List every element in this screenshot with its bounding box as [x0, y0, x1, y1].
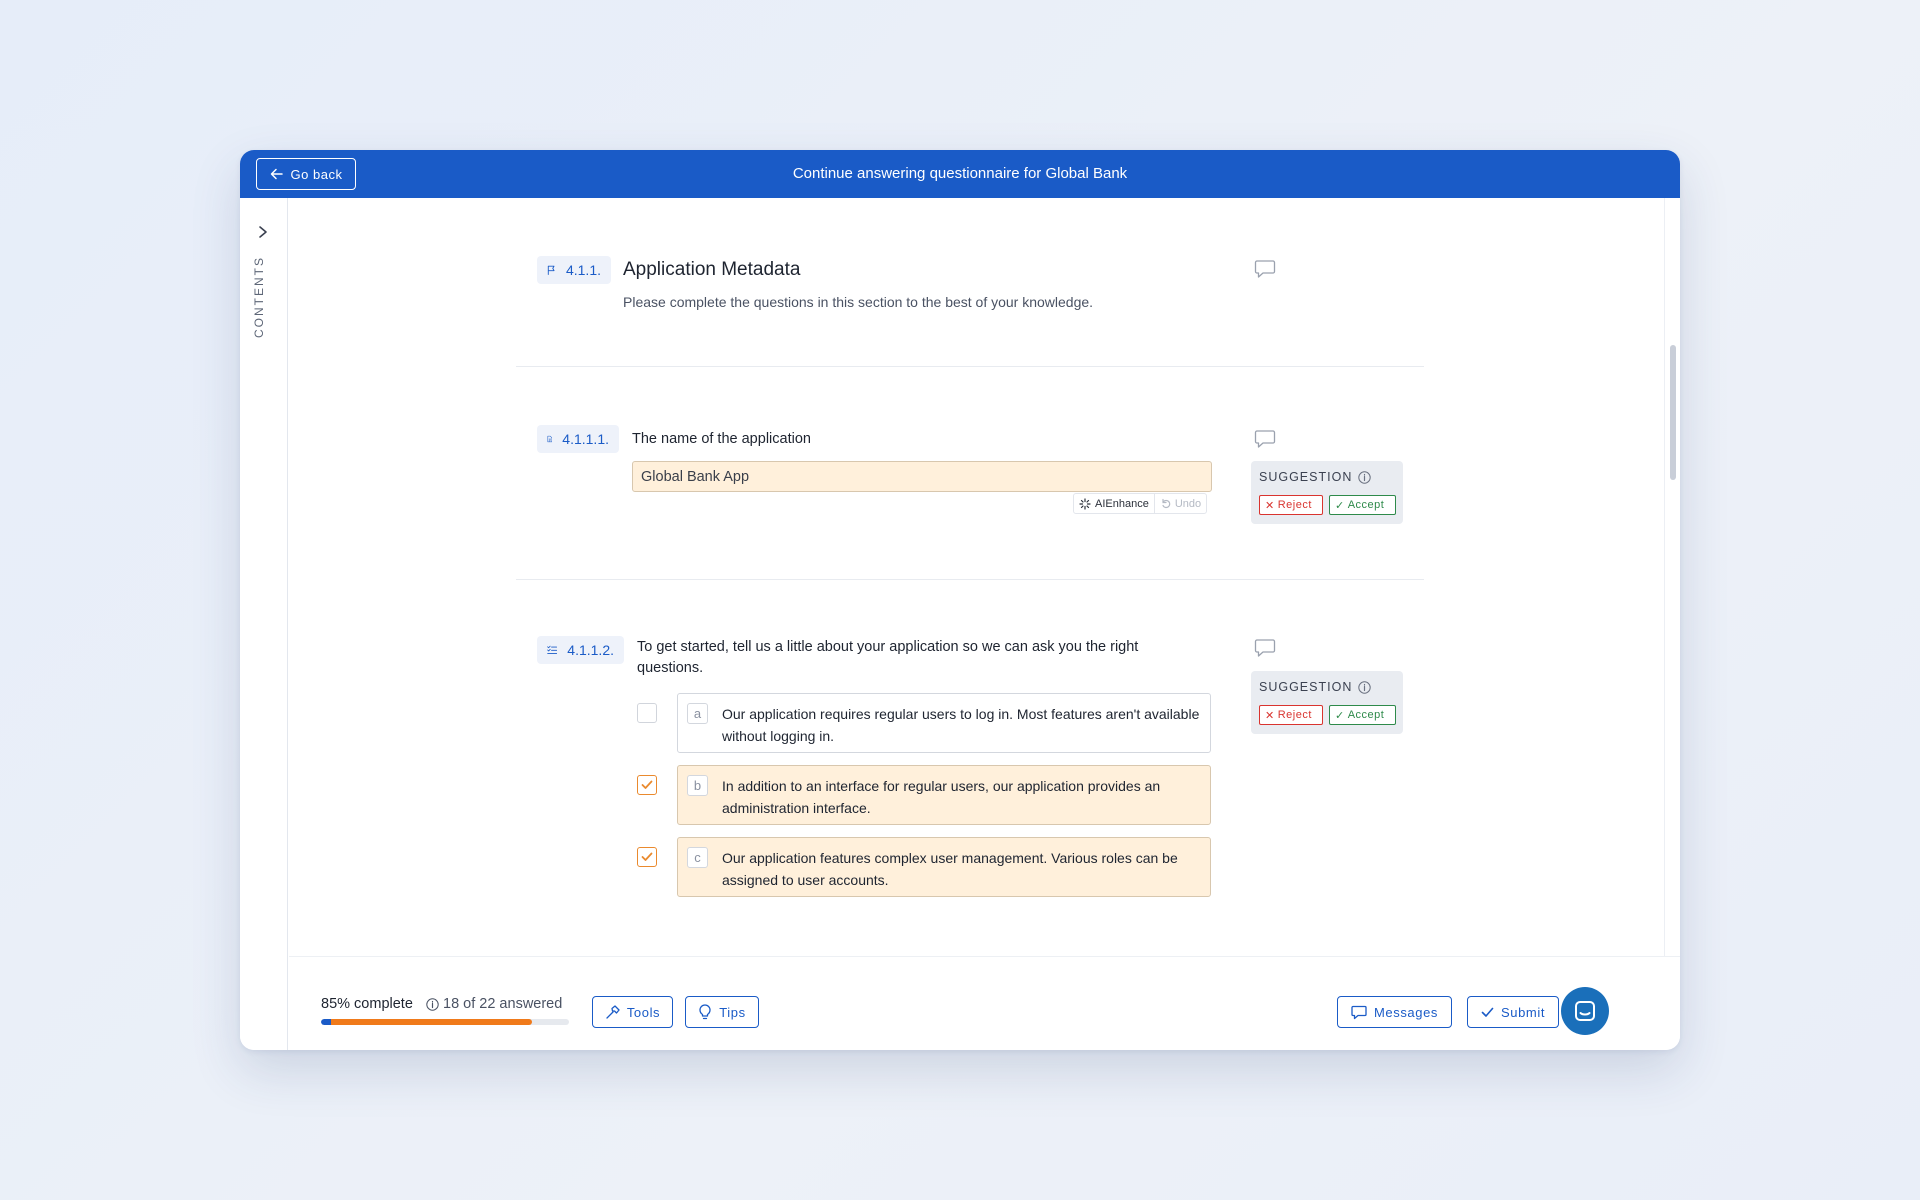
suggestion-title-text: SUGGESTION [1259, 680, 1353, 694]
info-icon[interactable] [426, 997, 439, 1011]
application-name-input[interactable]: Global Bank App [632, 461, 1212, 492]
suggestion-title-text: SUGGESTION [1259, 470, 1353, 484]
ai-enhance-label: AIEnhance [1095, 497, 1149, 510]
question-number-badge: 4.1.1.2. [537, 636, 624, 664]
option-text: In addition to an interface for regular … [722, 778, 1161, 816]
sparkle-icon [1079, 497, 1091, 510]
submit-label: Submit [1500, 1004, 1546, 1020]
chat-icon [1575, 1001, 1595, 1021]
x-icon: ✕ [1265, 499, 1275, 512]
reject-button[interactable]: ✕ Reject [1259, 705, 1323, 725]
comment-icon[interactable] [1254, 259, 1276, 279]
suggestion-panel: SUGGESTION ✕ Reject ✓ Accept [1251, 671, 1403, 734]
option-letter: c [687, 847, 708, 868]
question-text: To get started, tell us a little about y… [637, 639, 1139, 676]
accept-button[interactable]: ✓ Accept [1329, 495, 1396, 515]
document-icon [547, 435, 553, 443]
suggestion-panel: SUGGESTION ✕ Reject ✓ Accept [1251, 461, 1403, 524]
section-number-badge: 4.1.1. [537, 256, 611, 284]
suggestion-title: SUGGESTION [1259, 680, 1372, 694]
footer-bar: 85% complete 18 of 22 answered Tools Tip… [289, 956, 1680, 1050]
option-letter: b [687, 775, 708, 796]
flag-icon [547, 265, 555, 275]
question-divider [516, 579, 1424, 580]
tools-label: Tools [626, 1004, 661, 1020]
checklist-icon [547, 645, 558, 654]
questionnaire-window: Go back Continue answering questionnaire… [240, 150, 1680, 1050]
submit-button[interactable]: Submit [1467, 996, 1559, 1028]
application-name-value: Global Bank App [641, 468, 750, 485]
option-c-checkbox[interactable] [637, 847, 657, 867]
option-a-checkbox[interactable] [637, 703, 657, 723]
undo-icon [1162, 498, 1171, 509]
comment-icon[interactable] [1254, 429, 1276, 449]
ai-toolbar: AIEnhance Undo [1073, 493, 1208, 514]
option-b-checkbox[interactable] [637, 775, 657, 795]
option-c-card[interactable]: c Our application features complex user … [677, 837, 1211, 897]
progress-bar [321, 1019, 569, 1025]
accept-label: Accept [1347, 499, 1385, 511]
section-description: Please complete the questions in this se… [623, 294, 1094, 310]
tools-button[interactable]: Tools [592, 996, 673, 1028]
progress-label: 85% complete [321, 996, 413, 1012]
reject-label: Reject [1277, 709, 1312, 721]
undo-button[interactable]: Undo [1155, 494, 1206, 513]
check-icon: ✓ [1335, 499, 1345, 512]
check-icon: ✓ [1335, 709, 1345, 722]
undo-label: Undo [1174, 497, 1202, 510]
messages-label: Messages [1373, 1004, 1439, 1020]
section-title: Application Metadata [623, 259, 801, 280]
question-number-badge: 4.1.1.1. [537, 425, 619, 453]
comment-icon[interactable] [1254, 638, 1276, 658]
checkmark-icon [641, 852, 653, 861]
question-number: 4.1.1.2. [567, 642, 614, 658]
accept-label: Accept [1347, 709, 1385, 721]
chat-launcher-button[interactable] [1561, 987, 1609, 1035]
answered-label: 18 of 22 answered [443, 996, 563, 1012]
info-icon[interactable] [1358, 680, 1372, 694]
chevron-right-icon[interactable] [256, 224, 270, 240]
option-a-card[interactable]: a Our application requires regular users… [677, 693, 1211, 753]
hammer-icon [606, 1004, 620, 1019]
question-number: 4.1.1.1. [562, 431, 609, 447]
check-icon [1481, 1007, 1494, 1017]
tips-label: Tips [719, 1004, 746, 1020]
reject-label: Reject [1277, 499, 1312, 511]
option-text: Our application features complex user ma… [722, 850, 1178, 888]
lightbulb-icon [699, 1004, 711, 1020]
contents-label[interactable]: CONTENTS [252, 248, 266, 338]
question-text: The name of the application [632, 431, 811, 447]
section-number: 4.1.1. [565, 262, 601, 278]
progress-bar-fill [321, 1019, 532, 1025]
answered-count: 18 of 22 answered [426, 996, 562, 1012]
option-letter: a [687, 703, 708, 724]
accept-button[interactable]: ✓ Accept [1329, 705, 1396, 725]
message-icon [1351, 1005, 1367, 1019]
scrollbar-thumb[interactable] [1670, 345, 1676, 480]
messages-button[interactable]: Messages [1337, 996, 1452, 1028]
suggestion-title: SUGGESTION [1259, 470, 1372, 484]
tips-button[interactable]: Tips [685, 996, 759, 1028]
ai-enhance-button[interactable]: AIEnhance [1074, 494, 1155, 513]
option-b-card[interactable]: b In addition to an interface for regula… [677, 765, 1211, 825]
page-title: Continue answering questionnaire for Glo… [792, 165, 1128, 182]
reject-button[interactable]: ✕ Reject [1259, 495, 1323, 515]
checkmark-icon [641, 780, 653, 789]
info-icon[interactable] [1358, 470, 1372, 484]
top-bar: Go back Continue answering questionnaire… [240, 150, 1680, 198]
x-icon: ✕ [1265, 709, 1275, 722]
option-text: Our application requires regular users t… [722, 706, 1200, 744]
section-divider [516, 366, 1424, 367]
scrollbar-track[interactable] [1664, 198, 1680, 1006]
contents-sidebar[interactable]: CONTENTS [240, 198, 288, 1050]
